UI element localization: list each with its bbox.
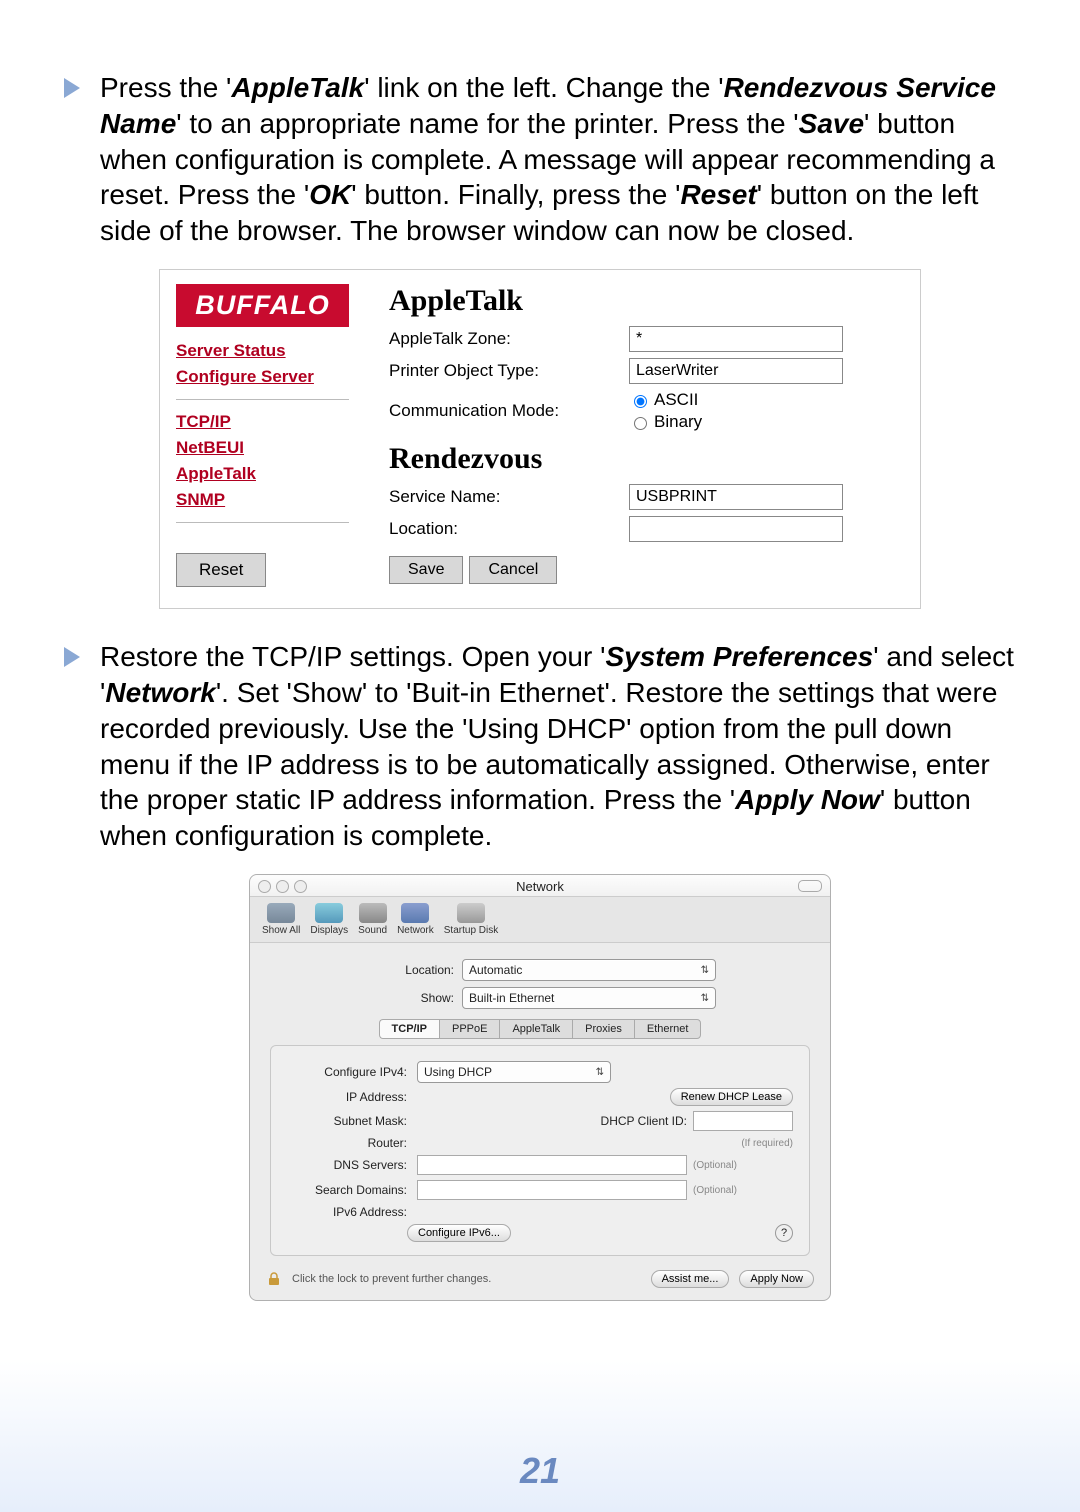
location-select[interactable]: Automatic ⇅ — [462, 959, 716, 981]
sidebar-link-netbeui[interactable]: NetBEUI — [176, 438, 349, 458]
dhcp-client-note: (If required) — [741, 1138, 793, 1149]
toolbar-label: Sound — [358, 925, 387, 936]
lock-icon[interactable] — [266, 1271, 282, 1287]
sidebar-link-tcpip[interactable]: TCP/IP — [176, 412, 349, 432]
dhcp-client-id-label: DHCP Client ID: — [601, 1114, 687, 1128]
chevron-updown-icon: ⇅ — [596, 1067, 604, 1078]
window-title-bar: Network — [250, 875, 830, 897]
text: Restore the TCP/IP settings. Open your ' — [100, 641, 605, 672]
comm-mode-ascii[interactable]: ASCII — [629, 390, 702, 410]
configure-ipv4-label: Configure IPv4: — [287, 1065, 407, 1079]
instruction-paragraph-2: Restore the TCP/IP settings. Open your '… — [100, 639, 1020, 854]
radio-binary[interactable] — [634, 417, 647, 430]
comm-mode-binary[interactable]: Binary — [629, 412, 702, 432]
ipv6-address-label: IPv6 Address: — [287, 1205, 407, 1219]
zoom-icon[interactable] — [294, 880, 307, 893]
printer-object-type-input[interactable] — [629, 358, 843, 384]
minimize-icon[interactable] — [276, 880, 289, 893]
keyword: Network — [105, 677, 215, 708]
keyword: OK — [309, 179, 351, 210]
buffalo-logo: BUFFALO — [176, 284, 349, 327]
rendezvous-heading: Rendezvous — [389, 442, 896, 476]
toolbar-label: Startup Disk — [444, 925, 498, 936]
ip-address-label: IP Address: — [287, 1090, 407, 1104]
comm-mode-label: Communication Mode: — [389, 401, 629, 421]
help-icon[interactable]: ? — [775, 1224, 793, 1242]
radio-binary-label: Binary — [654, 412, 702, 432]
zone-label: AppleTalk Zone: — [389, 329, 629, 349]
apply-now-button[interactable]: Apply Now — [739, 1270, 814, 1288]
search-note: (Optional) — [693, 1185, 737, 1196]
service-name-label: Service Name: — [389, 487, 629, 507]
close-icon[interactable] — [258, 880, 271, 893]
location-input[interactable] — [629, 516, 843, 542]
window-title: Network — [516, 879, 564, 894]
toolbar-network[interactable]: Network — [397, 903, 434, 936]
sidebar-link-snmp[interactable]: SNMP — [176, 490, 349, 510]
instruction-paragraph-1: Press the 'AppleTalk' link on the left. … — [100, 70, 1020, 249]
tab-pppoe[interactable]: PPPoE — [439, 1019, 499, 1039]
save-button[interactable]: Save — [389, 556, 463, 584]
text: ' to an appropriate name for the printer… — [176, 108, 798, 139]
toolbar-label: Network — [397, 925, 434, 936]
assist-me-button[interactable]: Assist me... — [651, 1270, 730, 1288]
configure-ipv4-value: Using DHCP — [424, 1065, 492, 1079]
toolbar-displays[interactable]: Displays — [310, 903, 348, 936]
show-select[interactable]: Built-in Ethernet ⇅ — [462, 987, 716, 1009]
toolbar-sound[interactable]: Sound — [358, 903, 387, 936]
dns-note: (Optional) — [693, 1160, 737, 1171]
keyword: Save — [799, 108, 864, 139]
renew-dhcp-button[interactable]: Renew DHCP Lease — [670, 1088, 793, 1106]
configure-ipv4-select[interactable]: Using DHCP ⇅ — [417, 1061, 611, 1083]
dhcp-client-id-input[interactable] — [693, 1111, 793, 1131]
configure-ipv6-button[interactable]: Configure IPv6... — [407, 1224, 511, 1242]
sidebar-link-configure-server[interactable]: Configure Server — [176, 367, 349, 387]
tab-tcpip[interactable]: TCP/IP — [379, 1019, 439, 1039]
keyword: AppleTalk — [231, 72, 364, 103]
text: Press the ' — [100, 72, 231, 103]
page-number: 21 — [0, 1450, 1080, 1492]
reset-button[interactable]: Reset — [176, 553, 266, 587]
bullet-arrow-icon — [60, 76, 84, 100]
sidebar-link-appletalk[interactable]: AppleTalk — [176, 464, 349, 484]
printer-object-type-label: Printer Object Type: — [389, 361, 629, 381]
location-label: Location: — [389, 519, 629, 539]
dns-servers-input[interactable] — [417, 1155, 687, 1175]
radio-ascii-label: ASCII — [654, 390, 698, 410]
search-domains-input[interactable] — [417, 1180, 687, 1200]
service-name-input[interactable] — [629, 484, 843, 510]
toolbar-label: Displays — [310, 925, 348, 936]
chevron-updown-icon: ⇅ — [701, 993, 709, 1004]
embedded-screenshot-buffalo: BUFFALO Server Status Configure Server T… — [159, 269, 921, 609]
dns-servers-label: DNS Servers: — [287, 1158, 407, 1172]
location-label: Location: — [364, 963, 454, 977]
text: ' link on the left. Change the ' — [364, 72, 723, 103]
keyword: Apply Now — [735, 784, 880, 815]
radio-ascii[interactable] — [634, 395, 647, 408]
lock-text: Click the lock to prevent further change… — [292, 1273, 491, 1285]
subnet-mask-label: Subnet Mask: — [287, 1114, 407, 1128]
embedded-screenshot-mac-network: Network Show All Displays Sound Network … — [249, 874, 831, 1301]
chevron-updown-icon: ⇅ — [701, 965, 709, 976]
cancel-button[interactable]: Cancel — [469, 556, 557, 584]
bullet-arrow-icon — [60, 645, 84, 669]
show-value: Built-in Ethernet — [469, 991, 554, 1005]
search-domains-label: Search Domains: — [287, 1183, 407, 1197]
router-label: Router: — [287, 1136, 407, 1150]
zone-input[interactable] — [629, 326, 843, 352]
text: ' button. Finally, press the ' — [351, 179, 680, 210]
tab-appletalk[interactable]: AppleTalk — [499, 1019, 572, 1039]
toolbar-startup-disk[interactable]: Startup Disk — [444, 903, 498, 936]
keyword: Reset — [680, 179, 756, 210]
show-label: Show: — [364, 991, 454, 1005]
tab-proxies[interactable]: Proxies — [572, 1019, 634, 1039]
toolbar-label: Show All — [262, 925, 300, 936]
toolbar-showall[interactable]: Show All — [262, 903, 300, 936]
toolbar-toggle-icon[interactable] — [798, 880, 822, 892]
sidebar-link-server-status[interactable]: Server Status — [176, 341, 349, 361]
keyword: System Preferences — [605, 641, 873, 672]
tab-ethernet[interactable]: Ethernet — [634, 1019, 702, 1039]
location-value: Automatic — [469, 963, 522, 977]
appletalk-heading: AppleTalk — [389, 284, 896, 318]
